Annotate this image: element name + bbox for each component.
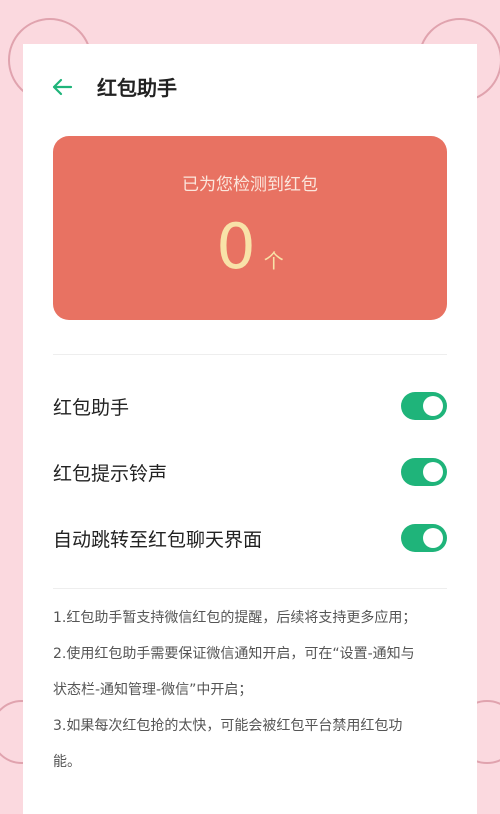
- header: 红包助手: [23, 44, 477, 134]
- summary-count: 0: [216, 210, 256, 283]
- page-title: 红包助手: [97, 76, 177, 100]
- divider: [53, 588, 447, 589]
- arrow-left-icon[interactable]: [49, 74, 75, 100]
- divider: [53, 354, 447, 355]
- summary-count-wrap: 0个: [53, 210, 447, 283]
- toggle-knob: [423, 528, 443, 548]
- red-packet-assistant-toggle[interactable]: [401, 392, 447, 420]
- summary-subtitle: 已为您检测到红包: [182, 175, 318, 195]
- setting-label: 红包提示铃声: [53, 463, 168, 485]
- auto-jump-toggle[interactable]: [401, 524, 447, 552]
- toggle-knob: [423, 462, 443, 482]
- toggle-knob: [423, 396, 443, 416]
- note-line: 2.使用红包助手需要保证微信通知开启，可在“设置-通知与: [53, 646, 415, 662]
- setting-row-notification-ringtone: 红包提示铃声: [53, 452, 447, 492]
- screen-card: 红包助手 已为您检测到红包 0个 红包助手 红包提示铃声 自动跳转至红包聊天界面…: [23, 44, 477, 814]
- note-line: 能。: [53, 754, 81, 770]
- ringtone-toggle[interactable]: [401, 458, 447, 486]
- setting-row-red-packet-assistant: 红包助手: [53, 386, 447, 426]
- note-line: 状态栏-通知管理-微信”中开启；: [53, 682, 253, 698]
- summary-unit: 个: [263, 249, 284, 273]
- note-line: 3.如果每次红包抢的太快，可能会被红包平台禁用红包功: [53, 718, 403, 734]
- setting-row-auto-jump: 自动跳转至红包聊天界面: [53, 518, 447, 558]
- red-packet-summary-card: 已为您检测到红包 0个: [53, 136, 447, 320]
- setting-label: 自动跳转至红包聊天界面: [53, 529, 263, 551]
- setting-label: 红包助手: [53, 397, 130, 419]
- notes-section: 1.红包助手暂支持微信红包的提醒，后续将支持更多应用； 2.使用红包助手需要保证…: [53, 600, 453, 780]
- note-line: 1.红包助手暂支持微信红包的提醒，后续将支持更多应用；: [53, 610, 417, 626]
